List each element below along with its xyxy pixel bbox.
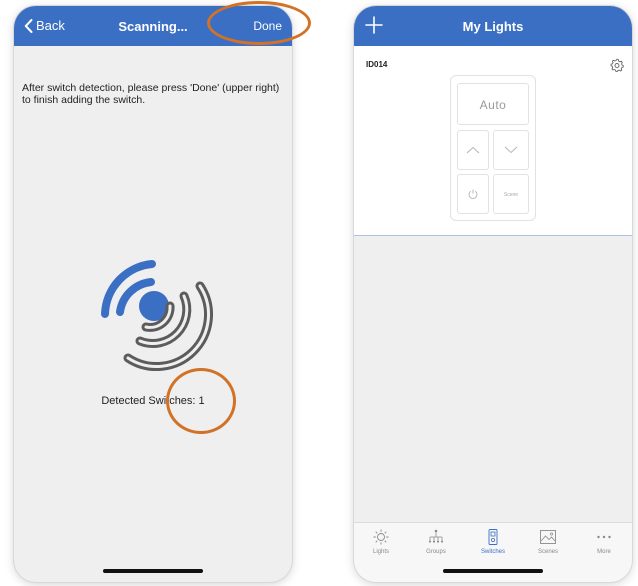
detected-switches-count: Detected Switches: 1: [101, 395, 205, 407]
picture-icon: [540, 530, 556, 544]
tab-groups[interactable]: Groups: [411, 528, 461, 555]
hierarchy-icon: [428, 529, 444, 543]
home-indicator: [103, 569, 203, 573]
switch-icon: [488, 529, 498, 545]
tab-lights-label: Lights: [372, 549, 389, 555]
sun-icon: [373, 529, 389, 545]
tab-scenes[interactable]: Scenes: [523, 528, 573, 555]
more-dots-icon: [597, 535, 611, 539]
tab-more-label: More: [597, 549, 611, 555]
scanning-signal-icon: [101, 260, 214, 372]
scanning-screen: Back Scanning... Done After switch detec…: [14, 6, 292, 582]
switch-id: ID014: [366, 60, 388, 69]
scene-button[interactable]: Scene: [493, 174, 529, 214]
navigation-bar: My Lights: [354, 6, 632, 46]
instruction-text: After switch detection, please press 'Do…: [22, 82, 280, 106]
tab-groups-label: Groups: [426, 549, 446, 555]
switch-panel: Auto Scene: [450, 75, 536, 221]
count-highlight-annotation: [166, 368, 236, 434]
tab-switches-label: Switches: [480, 549, 505, 555]
tab-bar: Lights Groups Switches Scenes More: [354, 522, 632, 582]
page-title: My Lights: [462, 19, 524, 34]
auto-button[interactable]: Auto: [457, 83, 529, 125]
switch-card[interactable]: ID014 Auto Scene: [354, 46, 632, 236]
down-button[interactable]: [493, 130, 529, 170]
power-icon: [468, 189, 478, 199]
tab-lights[interactable]: Lights: [356, 528, 406, 555]
chevron-up-icon: [466, 146, 480, 154]
tab-scenes-label: Scenes: [537, 549, 558, 555]
power-button[interactable]: [457, 174, 489, 214]
tab-switches[interactable]: Switches: [468, 528, 518, 555]
gear-icon[interactable]: [610, 58, 624, 72]
tab-more[interactable]: More: [579, 528, 629, 555]
my-lights-screen: My Lights ID014 Auto Scene Lights Groups…: [354, 6, 632, 582]
chevron-down-icon: [504, 146, 518, 154]
home-indicator: [443, 569, 543, 573]
up-button[interactable]: [457, 130, 489, 170]
done-highlight-annotation: [207, 1, 311, 45]
